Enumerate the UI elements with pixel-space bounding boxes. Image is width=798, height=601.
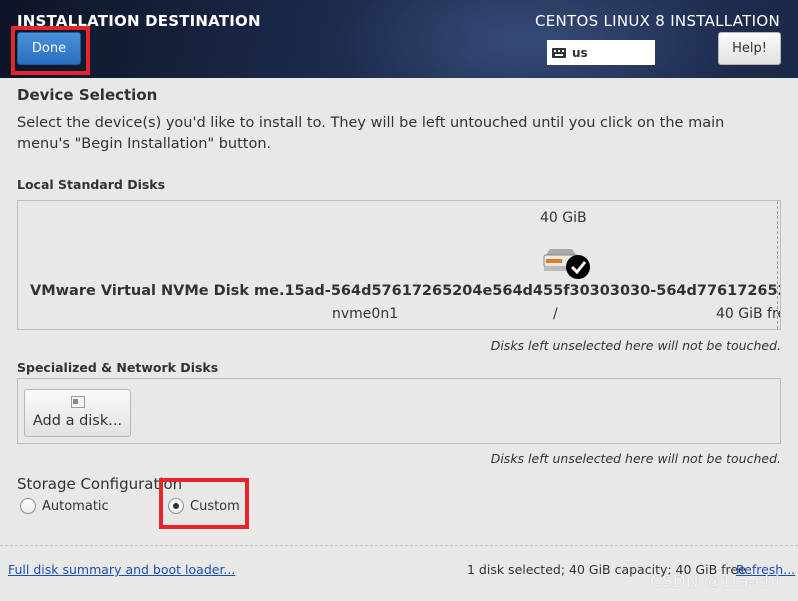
keyboard-layout-label: us (572, 45, 588, 60)
automatic-radio[interactable] (20, 498, 36, 514)
specialized-disks-title: Specialized & Network Disks (17, 360, 219, 375)
full-disk-summary-link[interactable]: Full disk summary and boot loader... (8, 562, 235, 577)
custom-label: Custom (190, 498, 240, 514)
custom-radio[interactable] (168, 498, 184, 514)
disk-device: nvme0n1 (332, 306, 399, 322)
specialized-disks-note: Disks left unselected here will not be t… (490, 451, 781, 466)
hard-disk-selected-icon[interactable] (542, 245, 592, 279)
disk-name: VMware Virtual NVMe Disk me.15ad-564d576… (30, 283, 781, 299)
disk-size: 40 GiB (540, 210, 587, 226)
footer-divider (0, 545, 798, 546)
local-disks-panel: 40 GiB VMware Virtual NVMe Disk me.15ad-… (17, 200, 781, 330)
keyboard-icon (552, 47, 566, 58)
device-selection-description: Select the device(s) you'd like to insta… (17, 115, 725, 152)
product-title: CENTOS LINUX 8 INSTALLATION (534, 12, 780, 30)
help-button[interactable]: Help! (718, 32, 781, 65)
add-disk-icon (71, 396, 85, 408)
disk-mount: / (553, 306, 558, 322)
device-selection-title: Device Selection (17, 86, 158, 104)
header-bar: INSTALLATION DESTINATION CENTOS LINUX 8 … (0, 0, 798, 78)
keyboard-layout-indicator[interactable]: us (547, 40, 655, 65)
storage-configuration-title: Storage Configuration (17, 475, 183, 493)
disk-free-space: 40 GiB free (716, 306, 780, 322)
automatic-label: Automatic (42, 498, 109, 514)
specialized-disks-panel: Add a disk... (17, 378, 781, 444)
done-button[interactable]: Done (17, 32, 81, 65)
add-disk-button[interactable]: Add a disk... (24, 389, 131, 437)
local-disks-title: Local Standard Disks (17, 177, 166, 192)
custom-radio-option[interactable]: Custom (168, 498, 240, 514)
local-disks-note: Disks left unselected here will not be t… (490, 338, 781, 353)
page-title: INSTALLATION DESTINATION (17, 12, 261, 30)
watermark: CSDN @1ta-chi (650, 572, 780, 592)
add-disk-label: Add a disk... (32, 413, 123, 429)
automatic-radio-option[interactable]: Automatic (20, 498, 109, 514)
